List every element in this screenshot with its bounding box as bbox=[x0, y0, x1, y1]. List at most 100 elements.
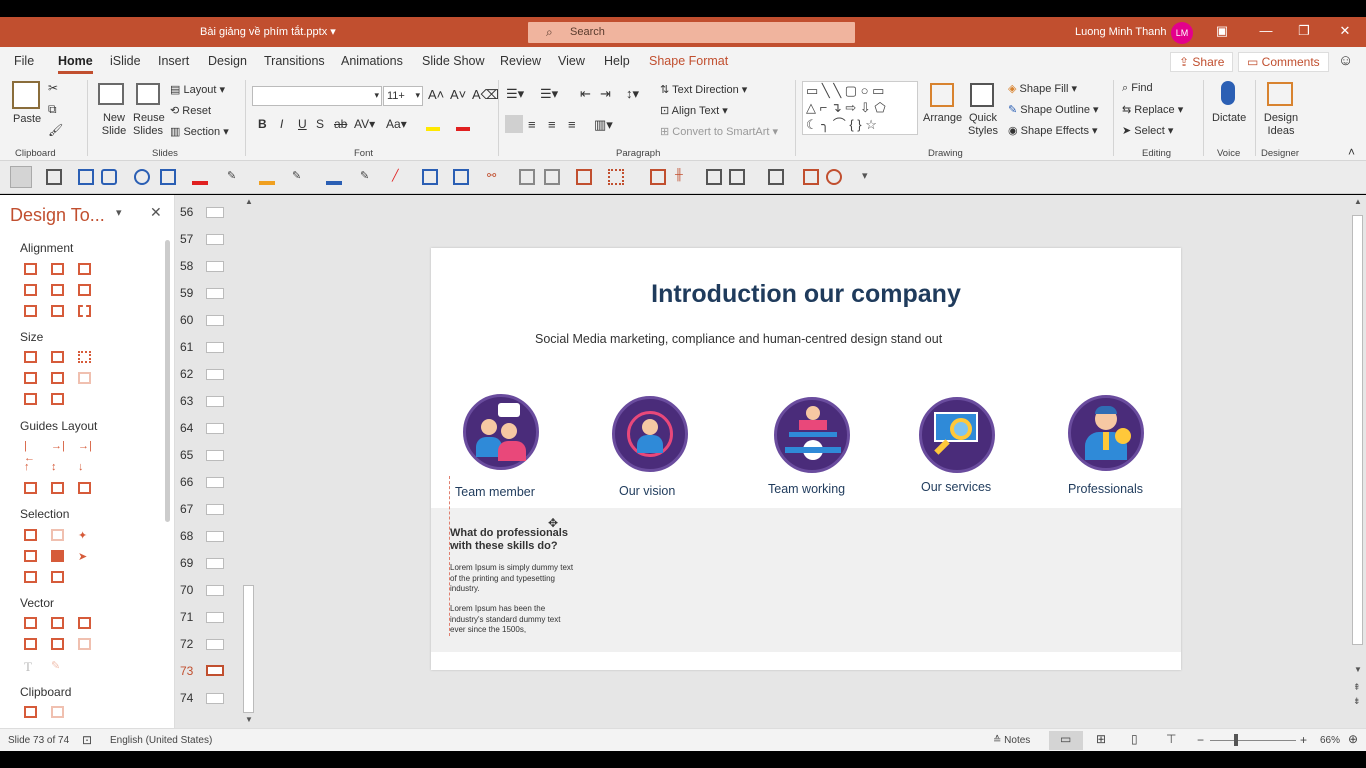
layout-icon[interactable] bbox=[729, 169, 745, 185]
font-name-combo[interactable]: ▾ bbox=[252, 86, 382, 106]
tab-help[interactable]: Help bbox=[604, 54, 630, 68]
arrange-icon[interactable] bbox=[930, 83, 954, 107]
shrink-font-icon[interactable]: A˅ bbox=[450, 87, 466, 102]
scroll-up-icon[interactable]: ▲ bbox=[245, 197, 253, 206]
cut-icon[interactable]: ✂ bbox=[48, 81, 58, 95]
slide-thumbnail[interactable] bbox=[206, 531, 224, 542]
question-heading[interactable]: What do professionals with these skills … bbox=[450, 527, 580, 553]
stretch-bottom-icon[interactable] bbox=[51, 393, 64, 405]
justify-icon[interactable]: ≡ bbox=[568, 117, 576, 132]
eyedropper-icon[interactable]: ✎ bbox=[292, 169, 308, 185]
textbox-icon[interactable] bbox=[78, 169, 94, 185]
slide-show-icon[interactable]: ⊤ bbox=[1166, 732, 1176, 746]
clear-format-icon[interactable]: A⌫ bbox=[472, 87, 499, 103]
guide-middle-icon[interactable]: ↕ bbox=[51, 461, 64, 473]
char-spacing-button[interactable]: AV▾ bbox=[354, 117, 375, 131]
align-right-icon[interactable] bbox=[78, 263, 91, 275]
layers-icon[interactable] bbox=[650, 169, 666, 185]
font-color-icon[interactable] bbox=[456, 117, 470, 131]
align-middle-icon[interactable] bbox=[51, 284, 64, 296]
image-icon[interactable] bbox=[160, 169, 176, 185]
export-icon[interactable] bbox=[46, 169, 62, 185]
align-center-icon[interactable]: ≡ bbox=[528, 117, 536, 132]
grid-icon[interactable] bbox=[608, 169, 624, 185]
slide-thumbnail[interactable] bbox=[206, 315, 224, 326]
align-text-button[interactable]: ⊡ Align Text ▾ bbox=[660, 104, 728, 117]
tab-insert[interactable]: Insert bbox=[158, 54, 189, 68]
edit-points-icon[interactable]: ✎ bbox=[51, 659, 64, 672]
guide-margin-icon[interactable] bbox=[24, 482, 37, 494]
guide-center-icon[interactable]: →| bbox=[51, 440, 65, 452]
canvas-scrollbar[interactable]: ▲ ▼ ⇞ ⇟ bbox=[1350, 195, 1366, 728]
select-group-icon[interactable] bbox=[24, 571, 37, 583]
professionals-icon[interactable] bbox=[1068, 395, 1144, 471]
replace-button[interactable]: ⇆ Replace ▾ bbox=[1122, 103, 1183, 116]
shapes-gallery[interactable]: ▭ ╲ ╲ ▢ ○ ▭ △ ⌐ ↴ ⇨ ⇩ ⬠ ☾ ╮ ⌒ { } ☆ bbox=[802, 81, 918, 135]
scroll-down-icon[interactable]: ▼ bbox=[245, 715, 253, 724]
close-icon[interactable]: ✕ bbox=[1335, 23, 1355, 39]
guide-grid-icon[interactable] bbox=[78, 482, 91, 494]
format-painter-icon[interactable]: 🖌 bbox=[48, 123, 63, 137]
line-spacing-icon[interactable]: ↕▾ bbox=[626, 86, 639, 102]
fit-to-window-icon[interactable]: ⊕ bbox=[1348, 732, 1358, 746]
team-member-icon[interactable] bbox=[463, 394, 539, 470]
combine-icon[interactable] bbox=[51, 617, 64, 629]
select-layer-icon[interactable] bbox=[51, 571, 64, 583]
scroll-up-icon[interactable]: ▲ bbox=[1354, 197, 1362, 206]
collapse-ribbon-icon[interactable]: ˄ bbox=[1348, 145, 1355, 159]
split-icon[interactable]: ╫ bbox=[675, 169, 691, 185]
item-label-team-working[interactable]: Team working bbox=[768, 482, 845, 496]
fit-slide-icon[interactable] bbox=[78, 305, 91, 317]
reading-view-icon[interactable]: ▯ bbox=[1131, 732, 1138, 746]
slide-thumbnail[interactable] bbox=[206, 369, 224, 380]
font-color-icon[interactable] bbox=[192, 169, 208, 185]
language-indicator[interactable]: English (United States) bbox=[110, 735, 212, 746]
dictate-button[interactable]: Dictate bbox=[1212, 112, 1246, 124]
slide-thumbnail[interactable] bbox=[206, 261, 224, 272]
fragment-icon[interactable] bbox=[78, 617, 91, 629]
customize-toolbar-icon[interactable]: ▾ bbox=[862, 169, 878, 185]
picture-icon[interactable] bbox=[544, 169, 560, 185]
team-working-icon[interactable] bbox=[774, 397, 850, 473]
tab-view[interactable]: View bbox=[558, 54, 585, 68]
line-icon[interactable]: ╱ bbox=[392, 169, 408, 185]
bullets-icon[interactable]: ☰▾ bbox=[506, 86, 524, 102]
table-icon[interactable] bbox=[706, 169, 722, 185]
item-label-our-services[interactable]: Our services bbox=[921, 480, 991, 494]
pane-menu-icon[interactable]: ▾ bbox=[116, 206, 122, 219]
chevron-down-icon[interactable]: ▾ bbox=[330, 26, 336, 38]
design-tools-icon[interactable] bbox=[10, 166, 32, 188]
slide[interactable]: Introduction our company Social Media ma… bbox=[431, 248, 1181, 670]
select-button[interactable]: ➤ Select ▾ bbox=[1122, 124, 1173, 137]
tab-transitions[interactable]: Transitions bbox=[264, 54, 325, 68]
crop-icon[interactable] bbox=[519, 169, 535, 185]
italic-button[interactable]: I bbox=[280, 117, 283, 131]
select-overlap-icon[interactable] bbox=[24, 550, 37, 562]
eyedropper-icon[interactable]: ✎ bbox=[360, 169, 376, 185]
spelling-icon[interactable]: ⊡ bbox=[82, 733, 92, 747]
chart-icon[interactable] bbox=[803, 169, 819, 185]
tab-animations[interactable]: Animations bbox=[341, 54, 403, 68]
slide-thumbnail[interactable] bbox=[206, 504, 224, 515]
eyedropper-icon[interactable]: ✎ bbox=[227, 169, 243, 185]
select-same-icon[interactable] bbox=[24, 529, 37, 541]
next-slide-icon[interactable]: ⇟ bbox=[1353, 696, 1361, 707]
minimize-icon[interactable]: — bbox=[1256, 23, 1276, 38]
find-button[interactable]: ⌕ Find bbox=[1122, 82, 1153, 95]
undo-icon[interactable] bbox=[826, 169, 842, 185]
microphone-icon[interactable] bbox=[1221, 81, 1235, 105]
slide-thumbnail[interactable] bbox=[206, 558, 224, 569]
slide-thumbnail[interactable] bbox=[206, 396, 224, 407]
slide-icon[interactable] bbox=[768, 169, 784, 185]
paragraph-2[interactable]: Lorem Ipsum has been the industry's stan… bbox=[450, 604, 575, 636]
match-height-icon[interactable] bbox=[51, 372, 64, 384]
layout-button[interactable]: ▤ Layout ▾ bbox=[170, 83, 225, 96]
intersect-icon[interactable] bbox=[24, 638, 37, 650]
align-left-icon[interactable] bbox=[505, 115, 523, 133]
guide-column-icon[interactable] bbox=[51, 482, 64, 494]
slide-thumbnail[interactable] bbox=[206, 207, 224, 218]
slide-thumbnail[interactable] bbox=[206, 450, 224, 461]
item-label-team-member[interactable]: Team member bbox=[455, 485, 535, 499]
same-height-icon[interactable] bbox=[51, 351, 64, 363]
copy-icon[interactable] bbox=[24, 706, 37, 718]
